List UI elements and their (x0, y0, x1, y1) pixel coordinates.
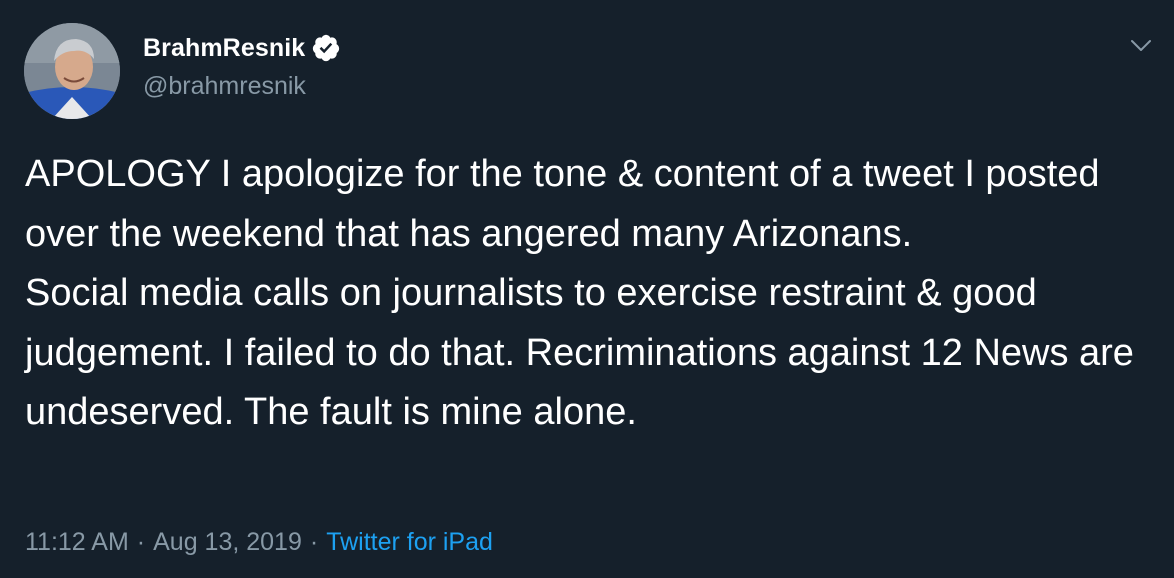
meta-separator: · (136, 528, 146, 556)
meta-separator: · (309, 528, 319, 556)
chevron-down-icon[interactable] (1128, 32, 1154, 58)
tweet-date[interactable]: Aug 13, 2019 (153, 528, 302, 556)
avatar-image (24, 23, 120, 119)
user-info: BrahmResnik @brahmresnik (143, 30, 341, 101)
display-name[interactable]: BrahmResnik (143, 34, 305, 63)
tweet-card: BrahmResnik @brahmresnik APOLOGY I apolo… (0, 0, 1174, 578)
verified-badge-icon (313, 34, 340, 62)
tweet-source-link[interactable]: Twitter for iPad (326, 528, 493, 556)
avatar[interactable] (24, 23, 120, 119)
user-handle[interactable]: @brahmresnik (143, 72, 341, 101)
display-name-row: BrahmResnik (143, 30, 341, 66)
tweet-time[interactable]: 11:12 AM (25, 528, 129, 556)
tweet-text: APOLOGY I apologize for the tone & conte… (25, 153, 1134, 433)
tweet-meta: 11:12 AM · Aug 13, 2019 · Twitter for iPad (25, 528, 493, 557)
